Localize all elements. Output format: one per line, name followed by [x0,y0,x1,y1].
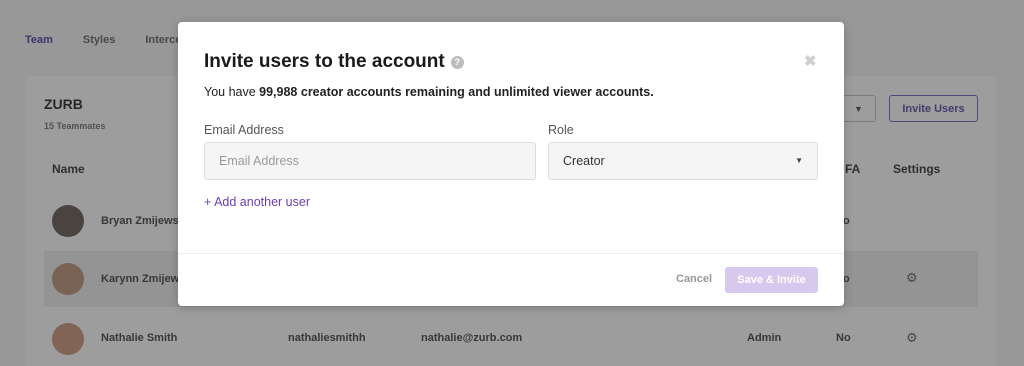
account-info-text: You have 99,988 creator accounts remaini… [204,85,654,99]
cancel-button[interactable]: Cancel [676,273,712,285]
role-label: Role [548,123,574,137]
close-icon[interactable]: ✖ [804,52,817,70]
add-another-user-link[interactable]: + Add another user [204,195,310,209]
modal-title: Invite users to the account ? [204,51,464,73]
invite-users-modal: Invite users to the account ? ✖ You have… [178,22,844,306]
role-value: Creator [563,154,605,168]
help-icon[interactable]: ? [450,55,464,69]
info-bold: 99,988 creator accounts remaining and un… [259,85,654,99]
modal-title-text: Invite users to the account [204,51,445,72]
info-prefix: You have [204,85,260,99]
footer-divider [178,253,844,254]
chevron-down-icon: ▼ [795,156,803,165]
save-and-invite-button[interactable]: Save & Invite [725,267,818,293]
email-field[interactable] [204,142,536,180]
email-label: Email Address [204,123,284,137]
role-select[interactable]: Creator ▼ [548,142,818,180]
